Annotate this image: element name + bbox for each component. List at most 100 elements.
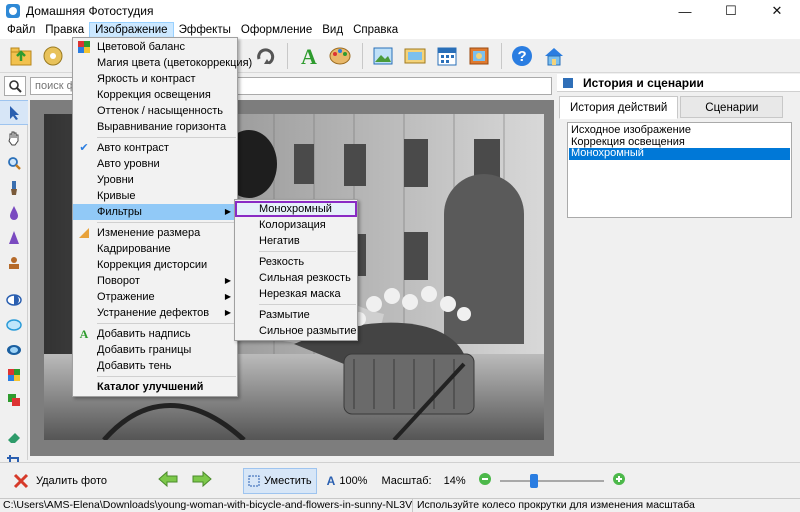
submenu-item-negative[interactable]: Негатив xyxy=(235,233,357,249)
text-a-icon: A xyxy=(79,327,89,341)
calendar-icon[interactable] xyxy=(432,42,462,70)
pointer-icon[interactable] xyxy=(0,100,28,125)
list-item[interactable]: Монохромный xyxy=(569,147,790,160)
zoom-a-icon: A xyxy=(326,473,336,488)
delete-x-icon xyxy=(13,473,29,488)
submenu-arrow-icon: ▶ xyxy=(224,276,231,285)
history-panel: История и сценарии История действий Сцен… xyxy=(557,74,800,460)
maximize-button[interactable]: ☐ xyxy=(708,0,754,22)
submenu-item-unsharp-mask[interactable]: Нерезкая маска xyxy=(235,286,357,302)
tab-history[interactable]: История действий xyxy=(559,96,679,119)
color-swap-icon[interactable] xyxy=(0,387,28,412)
fit-icon xyxy=(248,475,260,486)
menu-separator xyxy=(97,137,236,138)
next-arrow-icon[interactable] xyxy=(191,470,213,491)
submenu-arrow-icon: ▶ xyxy=(224,308,231,317)
menu-separator xyxy=(259,304,356,305)
color-blocks-icon[interactable] xyxy=(0,362,28,387)
submenu-item-monochrome[interactable]: Монохромный xyxy=(235,201,357,217)
menu-item-enhancement-catalog[interactable]: Каталог улучшений xyxy=(73,379,237,395)
menu-item-add-borders[interactable]: Добавить границы xyxy=(73,342,237,358)
menu-item-add-caption[interactable]: A Добавить надпись xyxy=(73,326,237,342)
menu-item-auto-contrast[interactable]: ✔ Авто контраст xyxy=(73,140,237,156)
menu-item-color-balance[interactable]: Цветовой баланс xyxy=(73,39,237,55)
ellipse-select-icon[interactable] xyxy=(0,312,28,337)
window-title: Домашняя Фотостудия xyxy=(26,4,154,18)
contrast-icon[interactable] xyxy=(0,287,28,312)
rotate-icon[interactable] xyxy=(250,42,280,70)
close-button[interactable]: ✕ xyxy=(754,0,800,22)
list-item[interactable]: Исходное изображение xyxy=(569,124,790,137)
open-folder-icon[interactable] xyxy=(6,42,36,70)
menu-design[interactable]: Оформление xyxy=(236,22,317,39)
submenu-item-strong-blur[interactable]: Сильное размытие xyxy=(235,323,357,339)
image-frame-icon[interactable] xyxy=(368,42,398,70)
search-icon[interactable] xyxy=(4,76,26,96)
image-menu: Цветовой баланс Магия цвета (цветокоррек… xyxy=(72,37,252,397)
zoom-100-button[interactable]: A 100% xyxy=(327,474,368,488)
panel-tabs: История действий Сценарии xyxy=(559,96,785,119)
vignette-icon[interactable] xyxy=(0,337,28,362)
menu-item-color-magic[interactable]: Магия цвета (цветокоррекция) xyxy=(73,55,252,71)
menu-help[interactable]: Справка xyxy=(348,22,403,39)
status-path: C:\Users\AMS-Elena\Downloads\young-woman… xyxy=(0,499,413,512)
delete-photo-button[interactable]: Удалить фото xyxy=(12,472,107,490)
film-reel-icon[interactable] xyxy=(38,42,68,70)
menu-item-levels[interactable]: Уровни xyxy=(73,172,237,188)
menu-file[interactable]: Файл xyxy=(2,22,40,39)
menu-item-hue-saturation[interactable]: Оттенок / насыщенность xyxy=(73,103,237,119)
brush-icon[interactable] xyxy=(0,175,28,200)
menu-item-curves[interactable]: Кривые xyxy=(73,188,237,204)
submenu-item-sharpen[interactable]: Резкость xyxy=(235,254,357,270)
menu-item-brightness-contrast[interactable]: Яркость и контраст xyxy=(73,71,237,87)
zoom-in-button[interactable] xyxy=(612,472,626,489)
bottom-bar: Удалить фото Уместить A 100% Масштаб: 14… xyxy=(0,462,800,498)
file-path: C:\Users\AMS-Elena\Downloads\young-woman… xyxy=(3,499,413,511)
palette-icon[interactable] xyxy=(325,42,355,70)
slider-thumb[interactable] xyxy=(529,473,538,488)
title-bar: Домашняя Фотостудия — ☐ ✕ xyxy=(0,0,800,22)
hand-icon[interactable] xyxy=(0,125,28,150)
menu-item-horizon-align[interactable]: Выравнивание горизонта xyxy=(73,119,237,135)
postcard-icon[interactable] xyxy=(400,42,430,70)
menu-item-add-shadow[interactable]: Добавить тень xyxy=(73,358,237,374)
checkmark-icon: ✔ xyxy=(79,142,89,154)
menu-item-rotate[interactable]: Поворот ▶ xyxy=(73,273,237,289)
collage-icon[interactable] xyxy=(464,42,494,70)
fit-label: Уместить xyxy=(264,474,312,487)
submenu-item-colorize[interactable]: Колоризация xyxy=(235,217,357,233)
menu-item-resize[interactable]: Изменение размера xyxy=(73,225,237,241)
menu-item-fix-defects[interactable]: Устранение дефектов ▶ xyxy=(73,305,237,321)
menu-view[interactable]: Вид xyxy=(317,22,348,39)
fit-button[interactable]: Уместить xyxy=(243,467,317,494)
tool-strip xyxy=(0,100,28,469)
prev-arrow-icon[interactable] xyxy=(157,470,179,491)
help-icon[interactable]: ? xyxy=(507,42,537,70)
sharpen-icon[interactable] xyxy=(0,225,28,250)
app-icon xyxy=(6,4,20,18)
panel-icon xyxy=(563,77,573,88)
zoom-out-button[interactable] xyxy=(478,472,492,489)
home-icon[interactable] xyxy=(539,42,569,70)
drop-icon[interactable] xyxy=(0,200,28,225)
menu-item-mirror[interactable]: Отражение ▶ xyxy=(73,289,237,305)
text-a-icon[interactable]: A xyxy=(293,42,323,70)
menu-item-auto-levels[interactable]: Авто уровни xyxy=(73,156,237,172)
minimize-button[interactable]: — xyxy=(662,0,708,22)
menu-item-crop[interactable]: Кадрирование xyxy=(73,241,237,257)
submenu-item-blur[interactable]: Размытие xyxy=(235,307,357,323)
svg-text:?: ? xyxy=(518,48,527,65)
menu-item-lighting-correction[interactable]: Коррекция освещения xyxy=(73,87,237,103)
menu-separator xyxy=(97,222,236,223)
menu-item-filters[interactable]: Фильтры ▶ xyxy=(73,204,237,220)
tab-scenarios[interactable]: Сценарии xyxy=(680,96,784,118)
submenu-item-strong-sharpen[interactable]: Сильная резкость xyxy=(235,270,357,286)
zoom-icon[interactable] xyxy=(0,150,28,175)
zoom-slider[interactable] xyxy=(499,473,604,488)
resize-icon xyxy=(78,227,90,239)
menu-item-distortion[interactable]: Коррекция дисторсии xyxy=(73,257,237,273)
eraser-icon[interactable] xyxy=(0,424,28,449)
stamp-icon[interactable] xyxy=(0,250,28,275)
status-hint: Используйте колесо прокрутки для изменен… xyxy=(417,499,695,511)
panel-title: История и сценарии xyxy=(583,75,704,90)
